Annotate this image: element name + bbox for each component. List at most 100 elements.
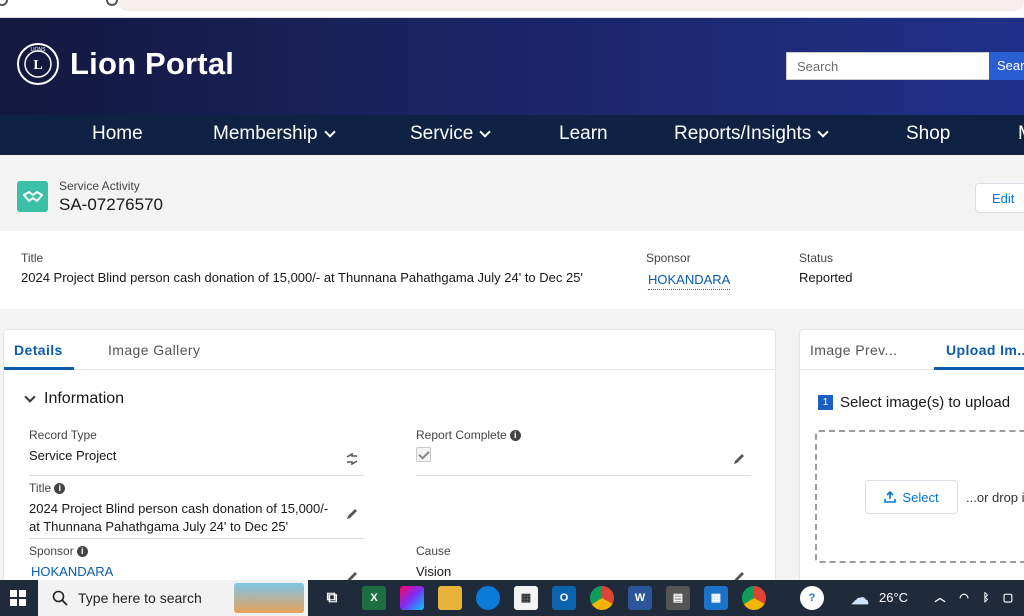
- portal-title: Lion Portal: [70, 46, 235, 81]
- field-divider: [29, 538, 364, 539]
- edit-pencil-icon[interactable]: [732, 452, 746, 466]
- handshake-icon: [17, 181, 48, 212]
- field-label: Report Complete i: [416, 428, 751, 442]
- highlight-sponsor-label: Sponsor: [646, 251, 691, 265]
- drop-hint: ...or drop i: [966, 490, 1024, 505]
- lions-emblem-icon: L LIONS: [17, 43, 59, 85]
- nav-reports-insights[interactable]: Reports/Insights: [674, 123, 829, 145]
- windows-start-icon[interactable]: [0, 580, 36, 616]
- field-label: Sponsor i: [29, 544, 364, 558]
- field-record-type: Record Type Service Project: [29, 428, 364, 465]
- field-value: 2024 Project Blind person cash donation …: [29, 501, 329, 534]
- field-label: Title i: [29, 481, 364, 495]
- field-value: Vision: [416, 564, 452, 579]
- chevron-down-icon: [479, 126, 492, 138]
- nav-shop[interactable]: Shop: [906, 123, 950, 145]
- portal-search-input[interactable]: Search: [786, 52, 990, 80]
- edit-button[interactable]: Edit: [975, 183, 1024, 213]
- highlights-panel: Title 2024 Project Blind person cash don…: [0, 231, 1024, 309]
- info-icon[interactable]: i: [509, 429, 521, 441]
- tab-details[interactable]: Details: [14, 342, 63, 358]
- tab-upload-image[interactable]: Upload Im...: [946, 342, 1024, 358]
- bluetooth-icon[interactable]: ᛒ: [974, 586, 998, 610]
- image-upload-card: Image Prev... Upload Im... 1 Select imag…: [799, 329, 1024, 589]
- chrome-icon[interactable]: [590, 586, 614, 610]
- file-dropzone[interactable]: Select ...or drop i: [815, 430, 1024, 563]
- highlight-title-label: Title: [21, 251, 44, 265]
- copilot-icon[interactable]: [400, 586, 424, 610]
- nav-membership[interactable]: Membership: [213, 123, 336, 145]
- info-icon[interactable]: i: [76, 545, 88, 557]
- field-divider: [416, 475, 751, 476]
- tab-image-preview[interactable]: Image Prev...: [810, 342, 897, 358]
- taskbar-search[interactable]: Type here to search: [38, 580, 308, 616]
- main-nav: Home Membership Service Learn Reports/In…: [0, 115, 1024, 155]
- windows-taskbar: Type here to search ⧉ X ▦ O W ▤ ▦ ? ☁ 26…: [0, 580, 1024, 616]
- help-icon[interactable]: ?: [800, 586, 824, 610]
- store-icon[interactable]: ▦: [514, 586, 538, 610]
- chrome-profile-icon[interactable]: [742, 586, 766, 610]
- tab-image-gallery[interactable]: Image Gallery: [108, 342, 200, 358]
- upload-icon: [884, 491, 897, 503]
- outlook-icon[interactable]: O: [552, 586, 576, 610]
- info-icon[interactable]: i: [54, 482, 66, 494]
- record-name: SA-07276570: [59, 195, 163, 214]
- weather-temperature[interactable]: 26°C: [879, 590, 908, 605]
- field-label: Record Type: [29, 428, 97, 442]
- reload-icon[interactable]: [106, 0, 118, 6]
- search-icon: [52, 590, 68, 606]
- word-icon[interactable]: W: [628, 586, 652, 610]
- highlight-sponsor-link[interactable]: HOKANDARA: [648, 272, 731, 290]
- back-icon[interactable]: [0, 0, 8, 6]
- chevron-down-icon: [323, 126, 336, 138]
- sponsor-link[interactable]: HOKANDARA: [29, 563, 364, 581]
- weather-cloud-icon[interactable]: ☁: [848, 586, 872, 610]
- edge-icon[interactable]: [476, 586, 500, 610]
- portal-banner: L LIONS Lion Portal Search Search: [0, 18, 1024, 115]
- chevron-down-icon: [817, 126, 829, 138]
- notification-icon[interactable]: ▢: [996, 586, 1020, 610]
- details-card: Details Image Gallery Information Record…: [3, 329, 776, 589]
- chevron-down-icon: [24, 391, 36, 403]
- browser-toolbar: [0, 0, 1024, 18]
- calendar-icon[interactable]: ▦: [704, 586, 728, 610]
- task-view-icon[interactable]: ⧉: [320, 586, 344, 610]
- highlight-title-value: 2024 Project Blind person cash donation …: [21, 270, 583, 285]
- details-tabs: Details Image Gallery: [4, 330, 775, 370]
- field-value: Service Project: [29, 448, 117, 463]
- field-value: [416, 447, 751, 467]
- section-information-toggle[interactable]: Information: [24, 390, 125, 408]
- taskbar-search-text: Type here to search: [78, 590, 202, 606]
- step-number: 1: [818, 395, 833, 410]
- step-label: Select image(s) to upload: [840, 394, 1011, 411]
- search-button[interactable]: Search: [989, 52, 1024, 80]
- file-explorer-icon[interactable]: [438, 586, 462, 610]
- highlight-status-label: Status: [799, 251, 834, 265]
- field-sponsor: Sponsor i HOKANDARA: [29, 544, 364, 581]
- change-record-type-icon[interactable]: [345, 452, 359, 466]
- wifi-icon[interactable]: ◠: [952, 586, 976, 610]
- svg-text:L: L: [33, 58, 42, 73]
- nav-service[interactable]: Service: [410, 123, 492, 145]
- select-files-button[interactable]: Select: [865, 480, 958, 514]
- field-title: Title i 2024 Project Blind person cash do…: [29, 481, 364, 536]
- edit-pencil-icon[interactable]: [345, 507, 359, 521]
- field-divider: [29, 475, 364, 476]
- record-object-type: Service Activity: [59, 179, 140, 193]
- search-highlight-image: [234, 583, 304, 613]
- record-header: Service Activity SA-07276570 Edit: [0, 155, 1024, 231]
- active-tab-indicator: [4, 367, 74, 370]
- calculator-icon[interactable]: ▤: [666, 586, 690, 610]
- portal-logo[interactable]: L LIONS Lion Portal: [16, 42, 234, 86]
- nav-home[interactable]: Home: [92, 123, 143, 145]
- field-report-complete: Report Complete i: [416, 428, 751, 467]
- excel-icon[interactable]: X: [362, 586, 386, 610]
- nav-learn[interactable]: Learn: [559, 123, 608, 145]
- nav-more[interactable]: M: [1018, 123, 1024, 145]
- upload-step: 1 Select image(s) to upload: [818, 394, 1010, 411]
- address-bar[interactable]: [118, 0, 1024, 11]
- section-title: Information: [44, 390, 125, 407]
- highlight-status-value: Reported: [799, 270, 853, 285]
- chevron-up-icon[interactable]: ︿: [928, 586, 952, 610]
- report-complete-checkbox: [416, 447, 431, 462]
